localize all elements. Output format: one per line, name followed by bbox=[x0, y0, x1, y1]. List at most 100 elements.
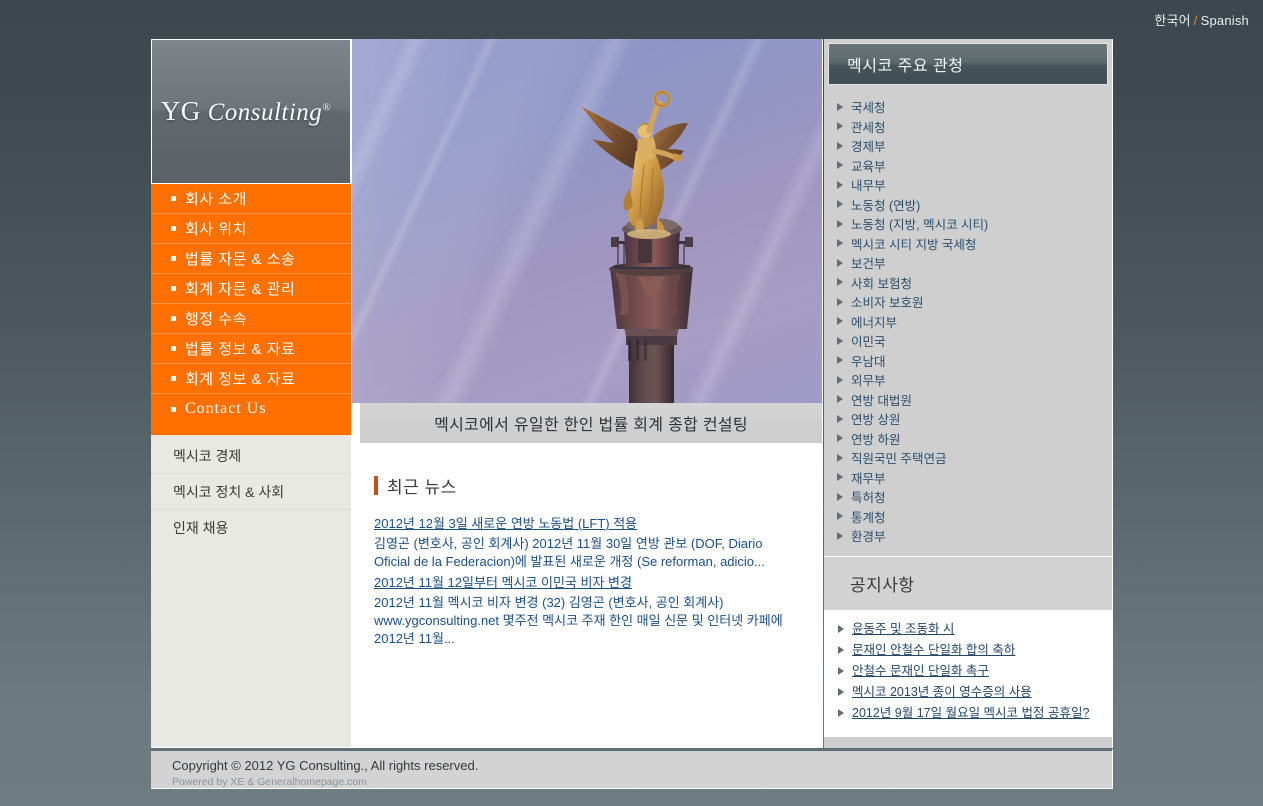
nav-label: 행정 수속 bbox=[185, 311, 247, 328]
arrow-right-icon bbox=[837, 356, 843, 365]
gov-link-senate[interactable]: 연방 상원 bbox=[824, 409, 1112, 429]
arrow-right-icon bbox=[837, 512, 843, 521]
recent-news-title: 최근 뉴스 bbox=[387, 478, 457, 497]
news-item-title[interactable]: 2012년 12월 3일 새로운 연방 노동법 (LFT) 적용 bbox=[374, 514, 637, 533]
gov-link-ministry-of-health[interactable]: 보건부 bbox=[824, 253, 1112, 273]
copyright-text: Copyright © 2012 YG Consulting., All rig… bbox=[172, 758, 479, 773]
bullet-icon bbox=[171, 256, 176, 261]
gov-link-immigration[interactable]: 이민국 bbox=[824, 331, 1112, 351]
nav-item-contact-us[interactable]: Contact Us bbox=[151, 394, 351, 424]
gov-link-labor-federal[interactable]: 노동청 (연방) bbox=[824, 195, 1112, 215]
bullet-icon bbox=[171, 226, 176, 231]
arrow-right-icon bbox=[837, 395, 843, 404]
gov-link-ministry-of-economy[interactable]: 경제부 bbox=[824, 136, 1112, 156]
gov-link-label: 멕시코 시티 지방 국세청 bbox=[851, 237, 977, 252]
nav-item-company-intro[interactable]: 회사 소개 bbox=[151, 184, 351, 214]
nav-label: 회사 위치 bbox=[185, 221, 247, 238]
main-content: 멕시코에서 유일한 한인 법률 회계 종합 컨설팅 최근 뉴스 2012년 12… bbox=[352, 39, 823, 748]
subnav-item-mexico-economy[interactable]: 멕시코 경제 bbox=[151, 438, 351, 474]
subnav-label: 멕시코 경제 bbox=[173, 447, 242, 464]
nav-item-legal-consulting[interactable]: 법률 자문 & 소송 bbox=[151, 244, 351, 274]
nav-item-company-location[interactable]: 회사 위치 bbox=[151, 214, 351, 244]
subnav-item-recruitment[interactable]: 인재 채용 bbox=[151, 510, 351, 546]
arrow-right-icon bbox=[837, 336, 843, 345]
logo-consulting: Consulting bbox=[207, 99, 323, 126]
gov-link-unam[interactable]: 우남대 bbox=[824, 351, 1112, 371]
arrow-right-icon bbox=[837, 161, 843, 170]
gov-link-ministry-of-finance[interactable]: 재무부 bbox=[824, 468, 1112, 488]
gov-link-consumer-protection[interactable]: 소비자 보호원 bbox=[824, 292, 1112, 312]
news-summary-url[interactable]: www.ygconsulting.net bbox=[374, 613, 499, 628]
nav-label: Contact Us bbox=[185, 400, 267, 417]
gov-link-labor-local[interactable]: 노동청 (지방, 멕시코 시티) bbox=[824, 214, 1112, 234]
gov-link-patent-office[interactable]: 특허청 bbox=[824, 487, 1112, 507]
arrow-right-icon bbox=[837, 375, 843, 384]
gov-link-tax-administration[interactable]: 국세청 bbox=[824, 97, 1112, 117]
subnav-item-mexico-politics-society[interactable]: 멕시코 정치 & 사회 bbox=[151, 474, 351, 510]
nav-label: 법률 자문 & 소송 bbox=[185, 251, 296, 268]
arrow-right-icon bbox=[838, 624, 844, 633]
language-spanish-label[interactable]: Spanish bbox=[1201, 13, 1249, 28]
nav-item-accounting-information[interactable]: 회계 정보 & 자료 bbox=[151, 364, 351, 394]
language-switcher[interactable]: 한국어 / Spanish bbox=[1154, 10, 1249, 29]
arrow-right-icon bbox=[837, 122, 843, 131]
gov-link-label: 노동청 (지방, 멕시코 시티) bbox=[851, 218, 989, 233]
nav-item-legal-information[interactable]: 법률 정보 & 자료 bbox=[151, 334, 351, 364]
gov-link-housing-fund[interactable]: 직원국민 주택연금 bbox=[824, 448, 1112, 468]
gov-link-label: 노동청 (연방) bbox=[851, 198, 921, 213]
gov-link-ministry-of-environment[interactable]: 환경부 bbox=[824, 526, 1112, 546]
gov-link-mexico-city-local-tax[interactable]: 멕시코 시티 지방 국세청 bbox=[824, 234, 1112, 254]
notice-list-item[interactable]: 멕시코 2013년 종이 영수증의 사용 bbox=[836, 683, 1100, 701]
arrow-right-icon bbox=[838, 666, 844, 675]
gov-link-label: 관세청 bbox=[851, 120, 886, 135]
notice-label: 멕시코 2013년 종이 영수증의 사용 bbox=[852, 684, 1032, 699]
arrow-right-icon bbox=[837, 180, 843, 189]
arrow-right-icon bbox=[837, 141, 843, 150]
page-footer: Copyright © 2012 YG Consulting., All rig… bbox=[151, 748, 1113, 789]
arrow-right-icon bbox=[837, 258, 843, 267]
gov-link-ministry-of-energy[interactable]: 에너지부 bbox=[824, 312, 1112, 332]
notice-list-item[interactable]: 안철수 문재인 단일화 촉구 bbox=[836, 662, 1100, 680]
notice-list: 윤동주 및 조동화 시 문재인 안철수 단일화 합의 축하 안철수 문재인 단일… bbox=[824, 609, 1112, 737]
page-frame: YG Consulting® 회사 소개 회사 위치 법률 자문 & 소송 회계… bbox=[151, 39, 1113, 789]
gov-link-label: 특허청 bbox=[851, 491, 886, 506]
arrow-right-icon bbox=[837, 414, 843, 423]
recent-news-section: 최근 뉴스 2012년 12월 3일 새로운 연방 노동법 (LFT) 적용 김… bbox=[352, 443, 822, 648]
gov-link-statistics-office[interactable]: 통계청 bbox=[824, 507, 1112, 527]
news-item-title[interactable]: 2012년 11월 12일부터 멕시코 이민국 비자 변경 bbox=[374, 573, 632, 592]
gov-agency-list: 국세청 관세청 경제부 교육부 내무부 노동청 (연방) 노동청 (지방, 멕시… bbox=[824, 85, 1112, 556]
notice-label: 문재인 안철수 단일화 합의 축하 bbox=[852, 642, 1016, 657]
gov-link-social-security[interactable]: 사회 보험청 bbox=[824, 273, 1112, 293]
arrow-right-icon bbox=[837, 473, 843, 482]
nav-label: 법률 정보 & 자료 bbox=[185, 341, 296, 358]
news-item-summary: 김영곤 (변호사, 공인 회계사) 2012년 11월 30일 연방 관보 (D… bbox=[374, 536, 765, 569]
notice-list-item[interactable]: 2012년 9월 17일 월요일 멕시코 법정 공휴일? bbox=[836, 704, 1100, 722]
news-item-summary: 2012년 11월 멕시코 비자 변경 (32) 김영곤 (변호사, 공인 회계… bbox=[374, 594, 798, 648]
gov-link-label: 내무부 bbox=[851, 179, 886, 194]
language-separator: / bbox=[1193, 12, 1198, 28]
gov-link-label: 연방 상원 bbox=[851, 413, 901, 428]
gov-link-label: 우남대 bbox=[851, 354, 886, 369]
site-logo[interactable]: YG Consulting® bbox=[151, 39, 351, 184]
gov-link-ministry-of-interior[interactable]: 내무부 bbox=[824, 175, 1112, 195]
nav-item-administrative-procedures[interactable]: 행정 수속 bbox=[151, 304, 351, 334]
notice-list-item[interactable]: 윤동주 및 조동화 시 bbox=[836, 620, 1100, 638]
arrow-right-icon bbox=[837, 239, 843, 248]
powered-by-text: Powered by XE & Generalhomepage.com bbox=[172, 776, 367, 788]
notice-list-item[interactable]: 문재인 안철수 단일화 합의 축하 bbox=[836, 641, 1100, 659]
language-korean-label[interactable]: 한국어 bbox=[1154, 13, 1190, 28]
gov-link-ministry-of-foreign-affairs[interactable]: 외무부 bbox=[824, 370, 1112, 390]
nav-label: 회계 자문 & 관리 bbox=[185, 281, 296, 298]
gov-link-label: 보건부 bbox=[851, 257, 886, 272]
gov-link-ministry-of-education[interactable]: 교육부 bbox=[824, 156, 1112, 176]
arrow-right-icon bbox=[838, 645, 844, 654]
bullet-icon bbox=[171, 346, 176, 351]
gov-link-label: 외무부 bbox=[851, 374, 886, 389]
gov-link-chamber-of-deputies[interactable]: 연방 하원 bbox=[824, 429, 1112, 449]
gov-link-customs[interactable]: 관세청 bbox=[824, 117, 1112, 137]
nav-item-accounting-consulting[interactable]: 회계 자문 & 관리 bbox=[151, 274, 351, 304]
left-sidebar: YG Consulting® 회사 소개 회사 위치 법률 자문 & 소송 회계… bbox=[151, 39, 352, 748]
subnav-label: 인재 채용 bbox=[173, 520, 229, 536]
gov-panel-heading: 멕시코 주요 관청 bbox=[828, 43, 1108, 85]
gov-link-supreme-court[interactable]: 연방 대법원 bbox=[824, 390, 1112, 410]
